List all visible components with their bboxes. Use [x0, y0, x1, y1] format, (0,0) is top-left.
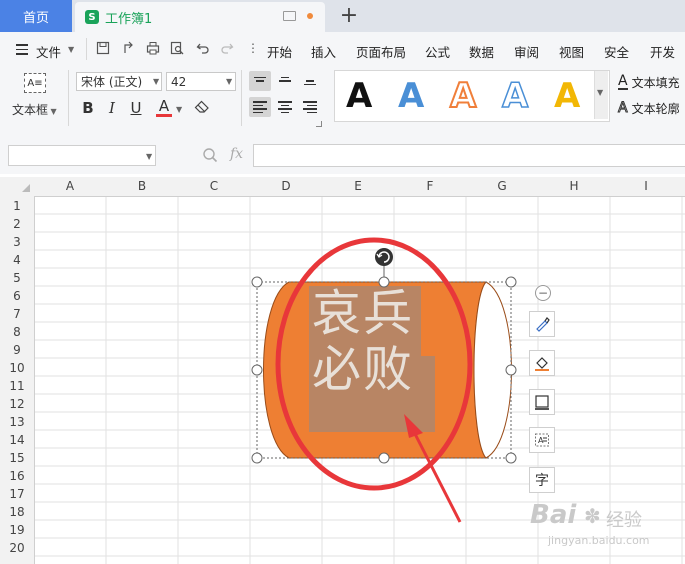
shape-text-line1: 哀兵	[312, 285, 415, 342]
text-tool-label: 字	[535, 473, 549, 489]
shape-style-button[interactable]	[529, 311, 555, 337]
watermark-brand: Bai	[530, 500, 577, 530]
shape-fill-button[interactable]	[529, 350, 555, 376]
watermark-paw-icon: ✽	[584, 504, 601, 528]
shape-text[interactable]: 哀兵 必败	[312, 286, 434, 398]
watermark-url: jingyan.baidu.com	[548, 534, 650, 547]
collapse-toolbar-icon[interactable]: −	[535, 285, 551, 301]
rotate-handle-icon[interactable]	[375, 248, 393, 266]
shape-text-line2: 必败	[312, 341, 415, 398]
outline-square-icon	[535, 395, 549, 410]
text-tool-button[interactable]: 字	[529, 467, 555, 493]
textbox-layout-icon: A	[535, 433, 549, 447]
shape-outline-button[interactable]	[529, 389, 555, 415]
paint-bucket-icon	[535, 357, 549, 371]
cylinder-shape[interactable]	[0, 0, 685, 564]
watermark-brand2: 经验	[606, 510, 642, 531]
text-wrap-button[interactable]: A	[529, 427, 555, 453]
brush-icon	[536, 317, 550, 332]
